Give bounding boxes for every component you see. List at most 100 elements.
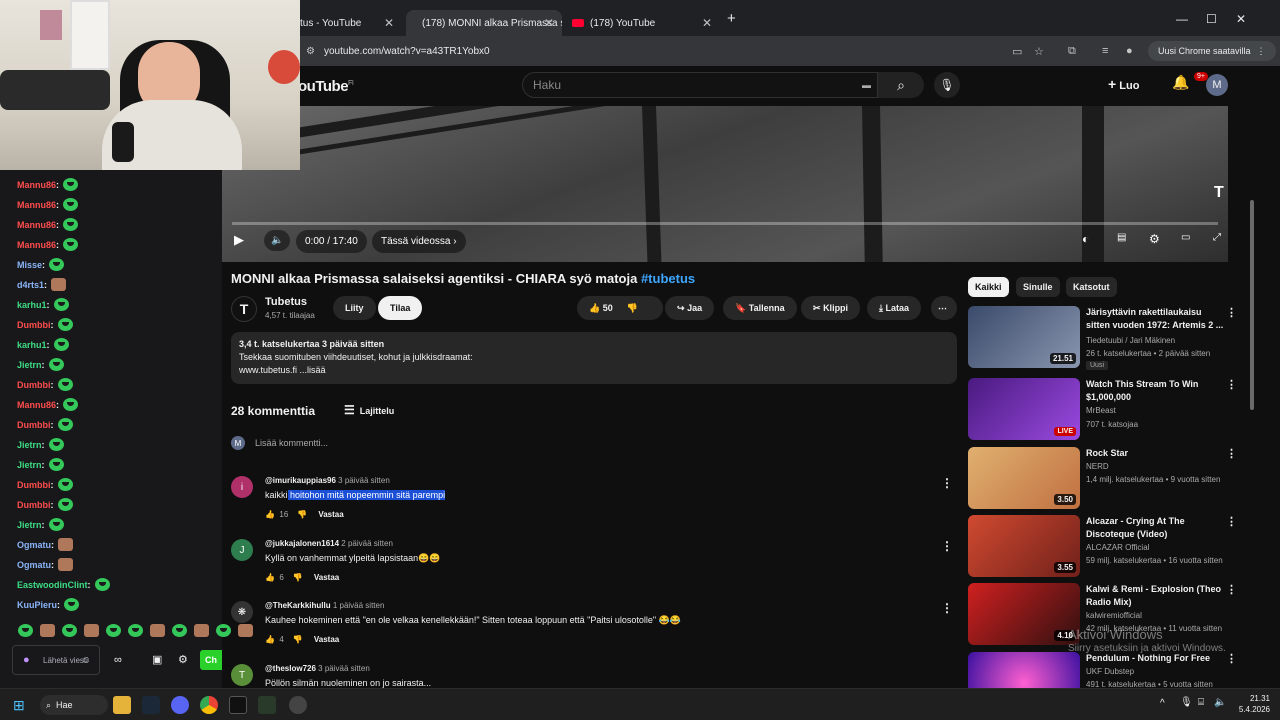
join-button[interactable]: Liity [333,296,376,320]
dislike-button[interactable]: 👎 [627,303,638,314]
autoplay-toggle[interactable]: ◐ [1082,232,1089,246]
chat-username[interactable]: EastwoodinClint [17,580,88,590]
comment-time[interactable]: 2 päivää sitten [341,539,393,548]
media-icon[interactable]: ≡ [1102,45,1108,57]
emote-icon[interactable] [128,624,143,637]
video-thumbnail[interactable]: LIVE [968,378,1080,440]
chat-input[interactable]: ● Lähetä viesti ☺ [12,645,100,675]
emoji-icon[interactable]: ☺ [81,655,91,665]
more-icon[interactable]: ⋮ [1226,515,1237,528]
video-thumbnail[interactable]: 3.55 [968,515,1080,577]
reply-button[interactable]: Vastaa [314,635,339,644]
recommendation-title[interactable]: Watch This Stream To Win $1,000,000 [1086,378,1226,404]
commenter-avatar[interactable]: i [231,476,253,498]
reply-button[interactable]: Vastaa [314,573,339,582]
minimize-icon[interactable]: — [1176,12,1188,26]
recommendation-title[interactable]: Järisyttävin rakettilaukaisu sitten vuod… [1086,306,1226,332]
reply-button[interactable]: Vastaa [318,510,343,519]
mic-icon[interactable]: 🎙 [1180,697,1193,708]
more-icon[interactable]: ⋮ [1226,583,1237,596]
recommendation-item[interactable]: Pendulum - Nothing For Free UKF Dubstep … [968,652,1248,688]
obs-icon[interactable] [289,696,307,714]
maximize-icon[interactable]: ☐ [1206,12,1217,26]
search-input[interactable]: Haku ▬ [522,72,878,98]
video-thumbnail[interactable] [968,652,1080,688]
recommendation-item[interactable]: 3.55 Alcazar - Crying At The Discoteque … [968,515,1248,577]
thumbs-up-icon[interactable]: 👍 [265,635,275,644]
notifications-button[interactable]: 🔔 [1172,74,1189,91]
comment-author[interactable]: @TheKarkkihullu [265,601,331,610]
channel-avatar[interactable]: T [231,296,257,322]
chat-username[interactable]: KuuPieru [17,600,57,610]
emote-icon[interactable] [106,624,121,637]
subtitles-icon[interactable]: ▤ [1117,232,1126,243]
emote-icon[interactable] [84,624,99,637]
x-app-icon[interactable] [229,696,247,714]
bookmark-star-icon[interactable]: ☆ [1034,45,1044,58]
subscribe-button[interactable]: Tilaa [378,296,423,320]
chat-settings-icon[interactable]: ⚙ [178,653,188,666]
chat-username[interactable]: Ogmatu [17,560,51,570]
chip-for-you[interactable]: Sinulle [1016,277,1060,297]
chat-username[interactable]: Misse [17,260,42,270]
chip-watched[interactable]: Katsotut [1066,277,1117,297]
gift-icon[interactable]: ▣ [152,653,162,666]
play-icon[interactable]: ▶ [234,232,244,248]
thumbs-down-icon[interactable]: 👎 [293,635,303,644]
emote-icon[interactable] [18,624,33,637]
comment-time[interactable]: 3 päivää sitten [338,476,390,485]
chat-username[interactable]: Jietrn [17,360,42,370]
bits-icon[interactable]: ∞ [114,654,122,666]
fullscreen-icon[interactable]: ⤢ [1213,232,1221,243]
taskbar-search[interactable]: ⌕ Hae [40,695,108,715]
search-button[interactable]: ⌕ [878,72,924,98]
recommendation-channel[interactable]: ALCAZAR Official [1086,543,1149,552]
chat-username[interactable]: Dumbbi [17,380,51,390]
thumbs-down-icon[interactable]: 👎 [297,510,307,519]
youtube-logo[interactable]: ouTubeFI [298,78,354,95]
recommendation-item[interactable]: 21.51 Järisyttävin rakettilaukaisu sitte… [968,306,1248,370]
more-icon[interactable]: ⋮ [1226,447,1237,460]
commenter-avatar[interactable]: J [231,539,253,561]
tray-chevron-icon[interactable]: ^ [1160,698,1165,709]
chrome-icon[interactable] [200,696,218,714]
description-link[interactable]: www.tubetus.fi ...lisää [239,364,949,377]
account-avatar[interactable]: M [1206,74,1228,96]
video-thumbnail[interactable]: 3.50 [968,447,1080,509]
commenter-avatar[interactable]: ❋ [231,601,253,623]
profile-icon[interactable]: ● [1126,45,1133,57]
more-icon[interactable]: ⋮ [1226,306,1237,319]
video-description[interactable]: 3,4 t. katselukertaa 3 päivää sitten Tse… [231,332,957,384]
chat-username[interactable]: Ogmatu [17,540,51,550]
volume-icon[interactable]: 🔈 [264,230,291,251]
comment-time[interactable]: 1 päivää sitten [333,601,385,610]
seek-bar[interactable] [232,222,1218,225]
extensions-icon[interactable]: ⧉ [1068,45,1076,58]
emote-icon[interactable] [150,624,165,637]
recommendation-title[interactable]: Rock Star [1086,447,1226,460]
close-window-icon[interactable]: ✕ [1236,12,1246,26]
more-icon[interactable]: ⋮ [1226,652,1237,665]
save-button[interactable]: 🔖 Tallenna [723,296,797,320]
chapters-button[interactable]: Tässä videossa › [372,230,466,253]
chat-username[interactable]: Mannu86 [17,180,56,190]
page-scrollbar[interactable] [1250,200,1254,410]
recommendation-channel[interactable]: UKF Dubstep [1086,667,1134,676]
recommendation-channel[interactable]: Tiedetuubi / Jari Mäkinen [1086,336,1175,345]
discord-icon[interactable] [171,696,189,714]
download-button[interactable]: ⤓ Lataa [867,296,922,320]
sort-button[interactable]: ☰ Lajittelu [344,403,394,417]
channel-name[interactable]: Tubetus [265,296,307,308]
voice-search-button[interactable]: 🎙 [934,72,960,98]
more-actions-button[interactable]: ⋯ [931,296,957,320]
new-tab-icon[interactable]: + [727,10,736,27]
chat-username[interactable]: Mannu86 [17,200,56,210]
site-info-icon[interactable]: ⚙ [306,46,315,57]
add-comment-input[interactable]: M Lisää kommentti... [231,436,328,450]
theater-icon[interactable]: ▭ [1181,232,1190,243]
comment-author[interactable]: @jukkajalonen1614 [265,539,339,548]
comment-menu-icon[interactable]: ⋮ [941,476,953,490]
more-icon[interactable]: ⋮ [1226,378,1237,391]
video-player[interactable]: ▶ 🔈 0:00 / 17:40 Tässä videossa › ◐ ▤ ⚙ … [222,106,1228,262]
share-button[interactable]: ↪ Jaa [665,296,715,320]
